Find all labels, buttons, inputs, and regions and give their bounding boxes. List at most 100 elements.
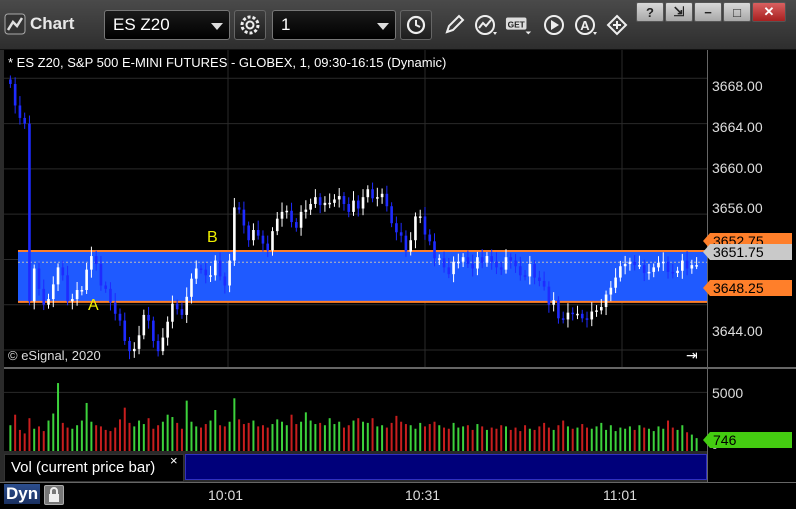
candle-body xyxy=(652,267,656,272)
candle-body xyxy=(56,267,60,285)
candle-body xyxy=(571,312,575,315)
volume-bar xyxy=(247,422,250,451)
volume-bar xyxy=(390,422,393,451)
draw-tool-button[interactable] xyxy=(440,12,468,38)
volume-bar xyxy=(204,424,207,451)
candle-body xyxy=(380,193,384,198)
volume-bar xyxy=(161,421,164,451)
candle-body xyxy=(390,206,393,224)
candle-body xyxy=(695,265,698,267)
volume-bar xyxy=(414,428,417,451)
price-pane[interactable]: AB xyxy=(4,50,707,367)
volume-bar xyxy=(614,431,617,451)
volume-bar xyxy=(333,424,336,451)
candle-body xyxy=(499,267,503,270)
volume-bar xyxy=(643,427,646,451)
volume-bar xyxy=(395,415,398,451)
lock-icon[interactable] xyxy=(44,485,64,505)
scroll-to-end-icon[interactable]: ⇥ xyxy=(686,347,698,364)
volume-bar xyxy=(476,424,479,451)
chevron-down-icon[interactable] xyxy=(377,23,389,30)
link-icon xyxy=(606,14,628,36)
volume-bar xyxy=(595,426,598,451)
candle-body xyxy=(561,318,565,320)
volume-bar xyxy=(657,426,660,451)
candle-body xyxy=(509,257,513,261)
volume-bar xyxy=(647,428,650,451)
minimize-icon: − xyxy=(704,4,712,20)
candle-body xyxy=(538,277,541,281)
candle-body xyxy=(128,340,131,352)
volume-bar xyxy=(681,425,684,451)
candle-body xyxy=(585,318,589,320)
link-button[interactable] xyxy=(604,12,632,38)
volume-bar xyxy=(190,421,193,451)
get-data-button[interactable]: GET xyxy=(505,12,533,38)
candle-body xyxy=(75,290,79,300)
volume-bar xyxy=(481,426,484,451)
candle-body xyxy=(161,337,165,352)
candle-body xyxy=(404,235,408,252)
volume-pane[interactable] xyxy=(4,369,707,451)
volume-tick: 5000 xyxy=(712,385,744,401)
candle-body xyxy=(457,261,460,264)
maximize-button[interactable]: □ xyxy=(723,2,751,22)
candle-body xyxy=(242,209,246,226)
candle-body xyxy=(194,268,198,279)
volume-bar xyxy=(314,424,317,451)
candle-body xyxy=(452,261,455,275)
candle-body xyxy=(109,288,112,303)
candle-body xyxy=(237,207,241,210)
candle-body xyxy=(352,200,355,212)
candle-body xyxy=(199,268,203,271)
volume-bar xyxy=(157,425,160,451)
volume-legend[interactable]: Vol (current price bar) xyxy=(4,454,184,482)
get-icon: GET xyxy=(505,17,532,35)
alert-button[interactable]: A xyxy=(572,12,600,38)
volume-bar xyxy=(114,427,117,451)
candle-body xyxy=(256,230,260,236)
volume-bar xyxy=(85,402,88,451)
study-button[interactable] xyxy=(472,12,500,38)
replay-button[interactable] xyxy=(540,12,568,38)
candle-body xyxy=(51,284,55,300)
help-button[interactable]: ? xyxy=(636,2,664,22)
volume-bar xyxy=(447,428,450,451)
volume-bar xyxy=(519,431,522,451)
volume-bar xyxy=(433,421,436,451)
minimize-button[interactable]: − xyxy=(694,2,722,22)
candle-body xyxy=(590,311,594,320)
time-axis[interactable] xyxy=(0,482,796,508)
volume-bar xyxy=(95,425,98,451)
close-button[interactable]: ✕ xyxy=(752,2,786,22)
dynamic-mode-label[interactable]: Dyn xyxy=(4,484,41,504)
volume-bar xyxy=(252,420,255,451)
volume-bar xyxy=(123,407,126,451)
volume-bar xyxy=(14,414,17,451)
candle-body xyxy=(166,321,169,338)
volume-bar xyxy=(452,422,455,451)
interval-combobox[interactable]: 1 xyxy=(272,10,396,40)
symbol-settings-button[interactable] xyxy=(234,10,266,40)
volume-legend-bar xyxy=(185,454,707,480)
candle-body xyxy=(295,222,298,228)
symbol-combobox[interactable]: ES Z20 xyxy=(104,10,230,40)
chevron-down-icon[interactable] xyxy=(211,23,223,30)
volume-bar xyxy=(385,427,388,451)
volume-bar xyxy=(638,425,641,451)
volume-bar xyxy=(138,420,141,451)
restore-button[interactable]: ⇲ xyxy=(665,2,693,22)
volume-bar xyxy=(562,420,565,451)
candle-body xyxy=(366,189,370,198)
interval-time-button[interactable] xyxy=(400,10,432,40)
volume-bar xyxy=(57,383,60,451)
volume-bar xyxy=(257,426,260,451)
legend-close-icon[interactable]: × xyxy=(170,453,178,468)
candle-body xyxy=(528,263,532,277)
alert-icon: A xyxy=(575,15,597,35)
volume-bar xyxy=(376,426,379,451)
time-tick: 10:01 xyxy=(208,487,244,503)
volume-bar xyxy=(171,417,174,451)
play-icon xyxy=(544,15,564,35)
volume-bar xyxy=(300,421,303,451)
